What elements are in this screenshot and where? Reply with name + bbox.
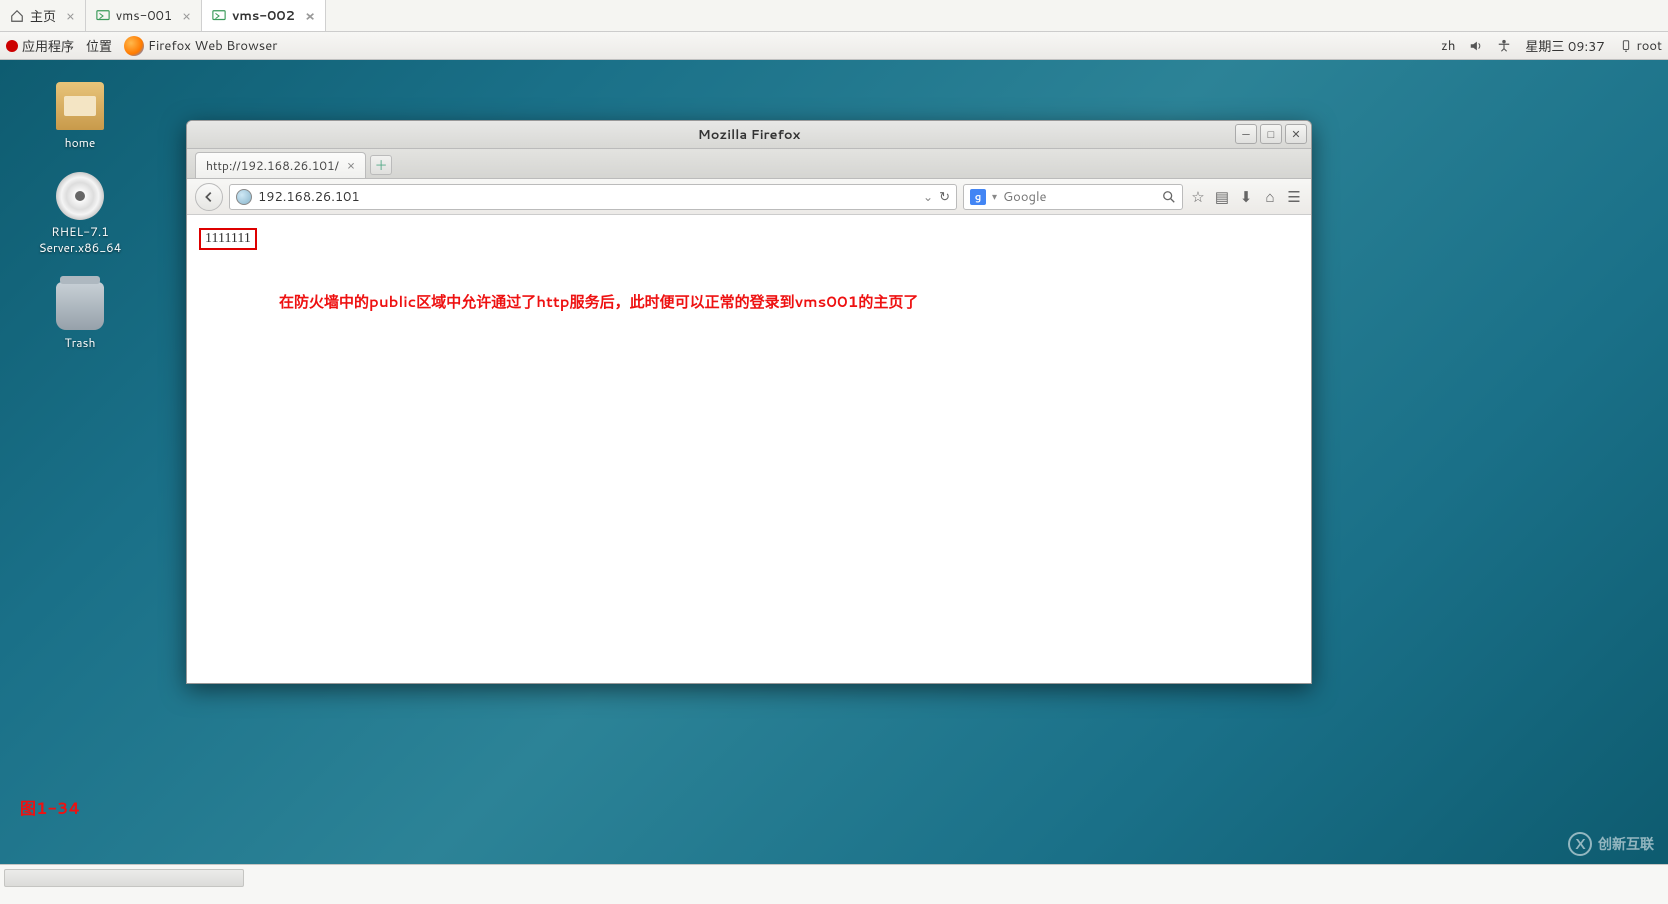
google-icon: g (970, 189, 986, 205)
annotation-text: 在防火墙中的public区域中允许通过了http服务后，此时便可以正常的登录到v… (279, 291, 918, 312)
places-label: 位置 (86, 36, 112, 56)
active-app-label: Firefox Web Browser (148, 37, 277, 55)
input-method-indicator[interactable]: zh (1441, 37, 1455, 55)
watermark-logo-icon: X (1568, 832, 1592, 856)
accessibility-indicator[interactable] (1497, 39, 1511, 53)
volume-icon (1469, 39, 1483, 53)
firefox-tabstrip: http://192.168.26.101/ × ＋ (187, 149, 1311, 179)
search-bar[interactable]: g ▾ (963, 184, 1183, 210)
back-button[interactable] (195, 183, 223, 211)
bookmark-star-icon[interactable]: ☆ (1189, 186, 1207, 207)
url-bar[interactable]: ⌄ ↻ (229, 184, 957, 210)
figure-caption: 图1-34 (20, 795, 80, 820)
desktop-icon-dvd[interactable]: RHEL-7.1 Server.x86_64 (30, 172, 130, 255)
desktop-icon-home[interactable]: home (30, 82, 130, 151)
folder-home-icon (56, 82, 104, 130)
desktop-icon-trash[interactable]: Trash (30, 282, 130, 351)
close-button[interactable]: ✕ (1285, 124, 1307, 144)
browser-tab-title: http://192.168.26.101/ (206, 157, 339, 174)
firefox-titlebar[interactable]: Mozilla Firefox — □ ✕ (187, 121, 1311, 149)
vm-tab-vms001[interactable]: vms-001 × (86, 0, 202, 31)
globe-icon (236, 189, 252, 205)
vm-tab-home[interactable]: 主页 × (0, 0, 86, 31)
maximize-button[interactable]: □ (1260, 124, 1282, 144)
watermark-text: 创新互联 (1598, 834, 1654, 854)
page-body-text: 1111111 (199, 228, 257, 250)
browser-tab[interactable]: http://192.168.26.101/ × (195, 152, 366, 178)
trash-icon (56, 282, 104, 330)
gnome-top-panel: 应用程序 位置 Firefox Web Browser zh 星期三 09:37… (0, 32, 1668, 60)
user-menu[interactable]: root (1619, 37, 1662, 55)
firefox-navbar: ⌄ ↻ g ▾ ☆ ▤ ⬇ ⌂ ☰ (187, 179, 1311, 215)
desktop-icon-label: RHEL-7.1 Server.x86_64 (30, 224, 130, 255)
close-icon[interactable]: × (347, 157, 355, 175)
back-arrow-icon (202, 190, 216, 204)
datetime-indicator[interactable]: 星期三 09:37 (1525, 36, 1604, 56)
host-bottom-panel (0, 864, 1668, 904)
active-app-indicator[interactable]: Firefox Web Browser (124, 36, 277, 56)
search-input[interactable] (1003, 188, 1156, 206)
vm-tab-label: vms-001 (116, 7, 172, 25)
url-input[interactable] (258, 188, 917, 206)
redhat-icon (6, 40, 18, 52)
desktop-icon-label: Trash (30, 334, 130, 351)
chevron-down-icon[interactable]: ⌄ (923, 188, 933, 205)
volume-indicator[interactable] (1469, 39, 1483, 53)
close-icon[interactable]: × (66, 6, 75, 26)
close-icon[interactable]: × (305, 6, 315, 26)
watermark: X 创新互联 (1568, 832, 1654, 856)
power-icon (1619, 39, 1633, 53)
minimize-button[interactable]: — (1235, 124, 1257, 144)
vm-tab-vms002[interactable]: vms-002 × (202, 0, 326, 31)
chevron-down-icon[interactable]: ▾ (992, 190, 997, 204)
reload-icon[interactable]: ↻ (939, 188, 950, 206)
hamburger-menu-icon[interactable]: ☰ (1285, 186, 1303, 207)
reader-icon[interactable]: ▤ (1213, 186, 1231, 207)
host-taskbar-placeholder[interactable] (4, 869, 244, 887)
desktop-icon-label: home (30, 134, 130, 151)
vm-tab-label: vms-002 (232, 7, 295, 25)
new-tab-button[interactable]: ＋ (370, 155, 392, 175)
window-title: Mozilla Firefox (698, 126, 801, 144)
page-content: 1111111 在防火墙中的public区域中允许通过了http服务后，此时便可… (187, 215, 1311, 683)
search-icon[interactable] (1162, 190, 1176, 204)
monitor-icon (212, 9, 226, 23)
accessibility-icon (1497, 39, 1511, 53)
firefox-window: Mozilla Firefox — □ ✕ http://192.168.26.… (186, 120, 1312, 684)
vm-tab-home-label: 主页 (30, 6, 56, 26)
vm-host-tabstrip: 主页 × vms-001 × vms-002 × (0, 0, 1668, 32)
applications-menu[interactable]: 应用程序 (6, 36, 74, 56)
monitor-icon (96, 9, 110, 23)
home-icon[interactable]: ⌂ (1261, 186, 1279, 207)
home-icon (10, 9, 24, 23)
close-icon[interactable]: × (182, 6, 191, 26)
places-menu[interactable]: 位置 (86, 36, 112, 56)
firefox-icon (124, 36, 144, 56)
disc-icon (56, 172, 104, 220)
downloads-icon[interactable]: ⬇ (1237, 186, 1255, 207)
user-label: root (1637, 37, 1662, 55)
applications-label: 应用程序 (22, 36, 74, 56)
